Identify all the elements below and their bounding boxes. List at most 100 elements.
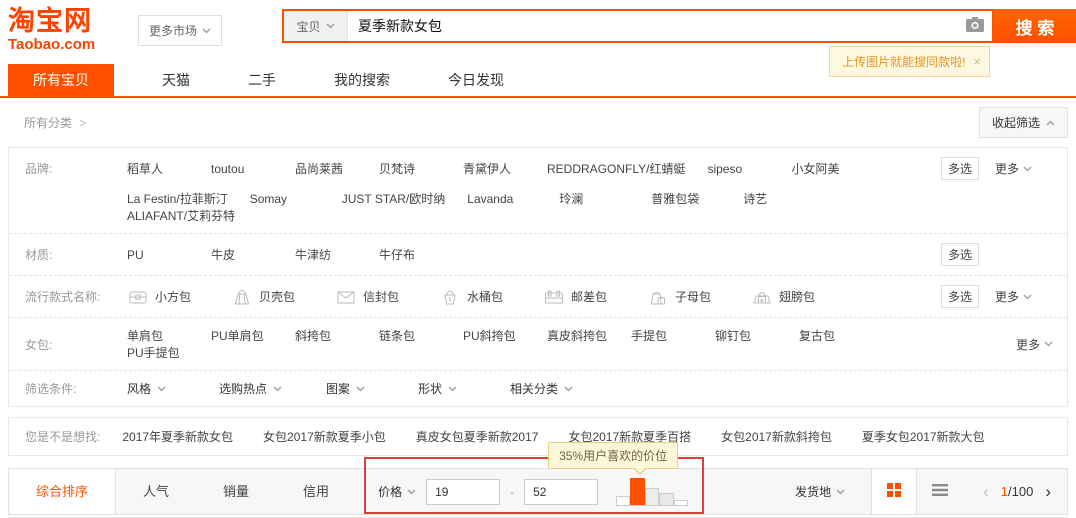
arrow-right-icon[interactable]: › — [1045, 483, 1051, 500]
suggest-term-link[interactable]: 女包2017新款斜挎包 — [721, 430, 832, 444]
price-range-separator: - — [510, 485, 514, 499]
nav-tab[interactable]: 今日发现 — [426, 64, 526, 96]
condition-dropdown[interactable]: 图案 — [326, 380, 374, 397]
ship-from-dropdown[interactable]: 发货地 — [795, 483, 845, 500]
price-max-input[interactable] — [524, 479, 598, 505]
more-markets-dropdown[interactable]: 更多市场 — [138, 15, 222, 46]
filter-option[interactable]: 小方包 — [127, 287, 209, 307]
price-histogram[interactable]: 35%用户喜欢的价位 — [616, 477, 688, 506]
nav-tab[interactable]: 所有宝贝 — [8, 64, 114, 96]
filter-option[interactable]: 真皮斜挎包 — [547, 327, 609, 344]
filter-option[interactable]: 邮差包 — [543, 287, 625, 307]
more-button[interactable]: 更多 — [995, 288, 1032, 305]
chevron-down-icon — [564, 386, 573, 392]
nav-tab[interactable]: 二手 — [226, 64, 298, 96]
chevron-down-icon — [836, 489, 845, 495]
filter-option[interactable]: Lavanda — [467, 192, 537, 206]
filter-panel: 品牌: 稻草人toutou品尚莱茜贝梵诗青黛伊人REDDRAGONFLY/红蜻蜓… — [8, 147, 1068, 407]
histogram-bar — [616, 496, 630, 505]
image-search-camera-button[interactable] — [958, 11, 992, 41]
filter-option[interactable]: 信封包 — [335, 287, 417, 307]
filter-option[interactable]: 水桶包 — [439, 287, 521, 307]
price-min-input[interactable] — [426, 479, 500, 505]
breadcrumb[interactable]: 所有分类 > — [24, 114, 86, 131]
close-icon[interactable]: × — [973, 54, 981, 69]
multi-select-button[interactable]: 多选 — [941, 243, 979, 266]
condition-dropdown[interactable]: 形状 — [418, 380, 466, 397]
filter-option[interactable]: 稻草人 — [127, 160, 189, 177]
bag-icon — [335, 287, 357, 307]
filter-option[interactable]: 诗艺 — [743, 190, 813, 207]
bag-icon — [751, 287, 773, 307]
row-controls: 多选 更多 — [941, 157, 1053, 180]
multi-select-button[interactable]: 多选 — [941, 157, 979, 180]
condition-label: 相关分类 — [510, 380, 558, 397]
search-category-dropdown[interactable]: 宝贝 — [284, 11, 348, 41]
suggest-term-link[interactable]: 真皮女包夏季新款2017 — [416, 430, 539, 444]
filter-option[interactable]: 单肩包 — [127, 327, 189, 344]
grid-view-button[interactable] — [871, 469, 917, 514]
filter-option[interactable]: 牛津纺 — [295, 246, 357, 263]
filter-row-label: 材质: — [25, 246, 127, 263]
filter-option[interactable]: 贝壳包 — [231, 287, 313, 307]
collapse-filter-button[interactable]: 收起筛选 — [979, 107, 1068, 138]
chevron-down-icon — [1023, 294, 1032, 300]
sort-tab[interactable]: 综合排序 — [9, 469, 116, 514]
current-page: 1 — [1001, 484, 1008, 499]
filter-option[interactable]: REDDRAGONFLY/红蜻蜓 — [547, 160, 685, 177]
filter-option[interactable]: ALIAFANT/艾莉芬特 — [127, 207, 235, 224]
filter-option[interactable]: Somay — [250, 192, 320, 206]
chevron-down-icon — [448, 386, 457, 392]
filter-option[interactable]: 子母包 — [647, 287, 729, 307]
sort-tab[interactable]: 信用 — [276, 469, 356, 514]
suggest-term-link[interactable]: 夏季女包2017新款大包 — [862, 430, 985, 444]
filter-option[interactable]: 贝梵诗 — [379, 160, 441, 177]
condition-dropdown[interactable]: 风格 — [127, 380, 175, 397]
filter-option[interactable]: 品尚莱茜 — [295, 160, 357, 177]
list-view-button[interactable] — [917, 469, 963, 514]
filter-option[interactable]: 小女阿美 — [791, 160, 853, 177]
filter-option[interactable]: sipeso — [707, 162, 769, 176]
sort-tab[interactable]: 人气 — [116, 469, 196, 514]
search-input[interactable] — [348, 11, 958, 41]
filter-row-style: 流行款式名称: 小方包 贝壳包 信封包 — [9, 276, 1067, 318]
search-button[interactable]: 搜 索 — [994, 9, 1076, 43]
taobao-logo[interactable]: 淘宝网 Taobao.com — [8, 7, 126, 53]
breadcrumb-arrow-icon: > — [79, 116, 86, 130]
filter-option[interactable]: 链条包 — [379, 327, 441, 344]
sort-tab[interactable]: 销量 — [196, 469, 276, 514]
filter-option[interactable]: La Festin/拉菲斯汀 — [127, 190, 228, 207]
filter-option[interactable]: toutou — [211, 162, 273, 176]
nav-tab[interactable]: 我的搜索 — [312, 64, 412, 96]
filter-option[interactable]: PU斜挎包 — [463, 327, 525, 344]
condition-label: 风格 — [127, 380, 151, 397]
brand-options-line1: 稻草人 toutou 品尚莱茜 贝梵诗 青黛伊人 REDDRAGONFLY/红蜻蜓 sipe… — [127, 160, 941, 177]
filter-option[interactable]: PU — [127, 248, 189, 262]
suggest-term-link[interactable]: 女包2017新款夏季小包 — [263, 430, 386, 444]
filter-option[interactable]: 手提包 — [631, 327, 693, 344]
filter-option[interactable]: 复古包 — [799, 327, 861, 344]
more-button[interactable]: 更多 — [995, 160, 1032, 177]
more-button[interactable]: 更多 — [1016, 336, 1053, 353]
material-options: PU 牛皮 牛津纺 牛仔布 — [127, 246, 941, 263]
chevron-down-icon — [356, 386, 365, 392]
filter-option[interactable]: 铆钉包 — [715, 327, 777, 344]
nav-tab[interactable]: 天猫 — [140, 64, 212, 96]
price-label: 价格 — [378, 483, 402, 500]
filter-option[interactable]: 斜挎包 — [295, 327, 357, 344]
filter-option[interactable]: JUST STAR/欧时纳 — [342, 190, 446, 207]
filter-option[interactable]: 牛仔布 — [379, 246, 441, 263]
multi-select-button[interactable]: 多选 — [941, 285, 979, 308]
filter-option[interactable]: PU单肩包 — [211, 327, 273, 344]
suggest-term-link[interactable]: 2017年夏季新款女包 — [122, 430, 233, 444]
price-dropdown[interactable]: 价格 — [378, 483, 416, 500]
filter-option[interactable]: 牛皮 — [211, 246, 273, 263]
filter-option[interactable]: 普雅包袋 — [651, 190, 721, 207]
condition-dropdown[interactable]: 选购热点 — [219, 380, 282, 397]
filter-option[interactable]: 玲澜 — [559, 190, 629, 207]
filter-option[interactable]: PU手提包 — [127, 344, 189, 361]
filter-option[interactable]: 青黛伊人 — [463, 160, 525, 177]
arrow-left-icon[interactable]: ‹ — [983, 483, 989, 500]
filter-option[interactable]: 翅膀包 — [751, 287, 833, 307]
condition-dropdown[interactable]: 相关分类 — [510, 380, 573, 397]
